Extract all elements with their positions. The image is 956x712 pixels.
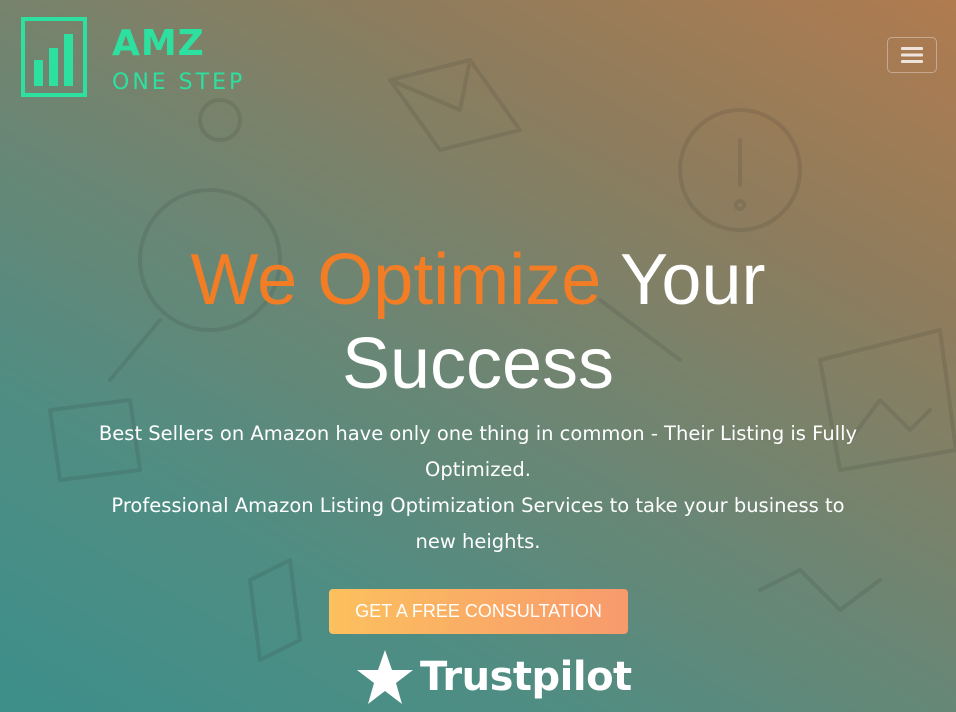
hero-title-line2: Success xyxy=(341,324,615,404)
hero-subtitle: Best Sellers on Amazon have only one thi… xyxy=(90,416,866,560)
hero-subtitle-line2: Professional Amazon Listing Optimization… xyxy=(111,494,845,553)
menu-button[interactable] xyxy=(887,37,937,73)
brand-name: AMZ xyxy=(112,23,205,64)
hero-title: We Optimize Your Success xyxy=(0,238,956,406)
brand-logo[interactable]: AMZ ONE STEP xyxy=(20,16,260,100)
brand-tagline: ONE STEP xyxy=(112,70,246,95)
hero-title-rest: Your xyxy=(619,240,766,320)
free-consultation-button[interactable]: GET A FREE CONSULTATION xyxy=(329,589,628,634)
bar-chart-logo-icon xyxy=(21,17,87,97)
hero-subtitle-line1: Best Sellers on Amazon have only one thi… xyxy=(98,422,858,481)
trustpilot-label: Trustpilot xyxy=(420,654,632,700)
hero-title-accent: We Optimize xyxy=(190,240,602,320)
hamburger-menu-icon xyxy=(901,47,923,63)
trustpilot-badge[interactable]: Trustpilot xyxy=(356,646,632,708)
star-icon xyxy=(357,650,413,704)
